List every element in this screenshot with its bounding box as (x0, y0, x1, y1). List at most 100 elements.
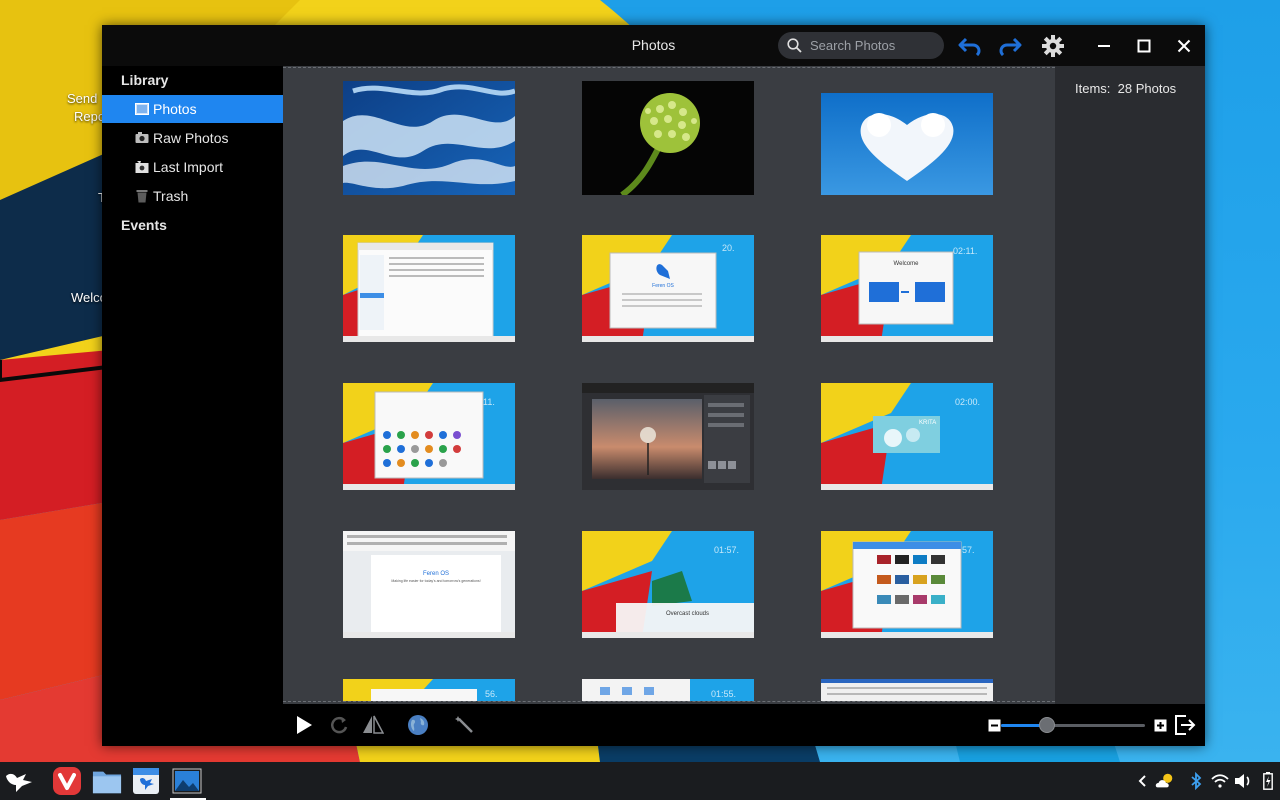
screenshot-image: Feren OS 20. (582, 235, 754, 342)
grid-bottom-border (283, 701, 1055, 702)
chevron-left-icon (1138, 775, 1146, 787)
minimize-button[interactable] (1090, 33, 1118, 59)
photo-thumbnail[interactable]: Overcast clouds 01:57. (582, 531, 754, 638)
screenshot-image (821, 679, 993, 701)
tray-volume[interactable] (1233, 771, 1253, 791)
photo-thumbnail[interactable]: Welcome 02:11. (821, 235, 993, 342)
minimize-icon (1098, 45, 1110, 47)
screenshot-image: Overcast clouds 01:57. (582, 531, 754, 638)
clock-overlay: 20. (722, 243, 735, 253)
sidebar: Library Photos Raw Photos Last Import Tr… (102, 66, 283, 746)
publish-button[interactable] (405, 712, 431, 738)
volume-icon (1235, 774, 1250, 788)
close-button[interactable] (1170, 33, 1198, 59)
items-label: Items: (1075, 81, 1111, 96)
search-box[interactable] (778, 32, 944, 59)
screenshot-image: Welcome 02:11. (821, 235, 993, 342)
taskbar-app-files[interactable] (92, 766, 122, 796)
zoom-slider-handle[interactable] (1039, 717, 1056, 733)
zoom-in-button[interactable] (1147, 712, 1173, 738)
clock-overlay: 01:57. (714, 545, 739, 555)
photos-app-icon (172, 768, 202, 794)
fullscreen-button[interactable] (1172, 712, 1198, 738)
globe-icon (408, 715, 428, 735)
sidebar-item-events[interactable]: Events (102, 211, 283, 239)
weather-text: Overcast clouds (666, 611, 709, 617)
doc-title-text: Feren OS (423, 571, 449, 577)
screenshot-image (343, 235, 515, 342)
doc-sub-text: Making life easier for today's and tomor… (391, 579, 480, 583)
sidebar-item-label: Raw Photos (153, 130, 229, 146)
photo-thumbnail[interactable] (821, 679, 993, 701)
enhance-button[interactable] (452, 712, 478, 738)
maximize-icon (1137, 39, 1151, 53)
weather-icon (1155, 773, 1173, 788)
tray-weather[interactable] (1155, 771, 1175, 791)
photos-icon (135, 103, 149, 115)
ocean-waves-image (343, 81, 515, 195)
green-flower-image (582, 81, 754, 195)
photo-thumbnail[interactable] (821, 93, 993, 195)
image-editor-screenshot (582, 383, 754, 490)
photo-thumbnail[interactable]: 56. (343, 679, 515, 701)
redo-arrow-icon (999, 37, 1022, 56)
maximize-button[interactable] (1130, 33, 1158, 59)
sidebar-item-trash[interactable]: Trash (102, 182, 283, 210)
tray-wifi[interactable] (1210, 771, 1230, 791)
zoom-in-icon (1154, 719, 1166, 731)
screenshot-image: 11. (343, 383, 515, 490)
photo-thumbnail[interactable]: Feren OS Making life easier for today's … (343, 531, 515, 638)
flip-icon (363, 715, 384, 734)
tray-bluetooth[interactable] (1186, 771, 1206, 791)
zoom-slider[interactable] (1001, 717, 1145, 733)
slideshow-button[interactable] (291, 712, 317, 738)
photo-thumbnail[interactable]: KRITA 02:00. (821, 383, 993, 490)
photo-thumbnail[interactable]: Feren OS 20. (582, 235, 754, 342)
zoom-out-icon (988, 719, 1000, 731)
folder-icon (92, 771, 122, 794)
settings-button[interactable] (1039, 33, 1067, 59)
tray-battery[interactable] (1258, 771, 1278, 791)
sidebar-item-label: Photos (153, 101, 197, 117)
bottom-toolbar (283, 704, 1205, 746)
undo-button[interactable] (956, 33, 984, 59)
redo-button[interactable] (996, 33, 1024, 59)
gear-icon (1042, 35, 1064, 57)
clock-overlay: 01:55. (711, 689, 736, 699)
search-input[interactable] (808, 37, 942, 54)
title-bar[interactable]: Photos (102, 25, 1205, 66)
feren-bird-icon (6, 773, 32, 792)
screenshot-image: 57. (821, 531, 993, 638)
tray-expand[interactable] (1132, 771, 1152, 791)
photo-grid[interactable]: Feren OS 20. Welcome 02:11. 11. KRITA 02… (283, 66, 1055, 704)
clock-overlay: 57. (962, 545, 975, 555)
photo-thumbnail[interactable]: 11. (343, 383, 515, 490)
screenshot-image: KRITA 02:00. (821, 383, 993, 490)
sidebar-item-photos[interactable]: Photos (102, 95, 283, 123)
play-icon (297, 716, 312, 734)
photo-thumbnail[interactable]: 57. (821, 531, 993, 638)
sidebar-item-raw-photos[interactable]: Raw Photos (102, 124, 283, 152)
bluetooth-icon (1191, 772, 1202, 790)
photo-thumbnail[interactable] (343, 235, 515, 342)
photo-thumbnail[interactable]: 01:55. (582, 679, 754, 701)
desktop-label[interactable]: Repo (74, 109, 105, 124)
taskbar-app-start-menu[interactable] (4, 766, 34, 796)
photo-thumbnail[interactable] (343, 81, 515, 195)
desktop-label[interactable]: Send (67, 91, 97, 106)
flip-button[interactable] (360, 712, 386, 738)
photo-thumbnail[interactable] (582, 81, 754, 195)
taskbar-app-vivaldi[interactable] (52, 766, 82, 796)
taskbar-app-photos[interactable] (172, 766, 202, 796)
sidebar-item-label: Events (121, 217, 167, 233)
sidebar-item-last-import[interactable]: Last Import (102, 153, 283, 181)
sidebar-item-library[interactable]: Library (102, 66, 283, 94)
search-icon (787, 38, 802, 53)
heart-cloud-image (821, 93, 993, 195)
clock-overlay: 56. (485, 689, 498, 699)
battery-icon (1263, 772, 1273, 790)
grid-top-border (283, 67, 1055, 68)
taskbar-app-store[interactable] (131, 766, 161, 796)
photo-thumbnail[interactable] (582, 383, 754, 490)
rotate-button[interactable] (326, 712, 352, 738)
